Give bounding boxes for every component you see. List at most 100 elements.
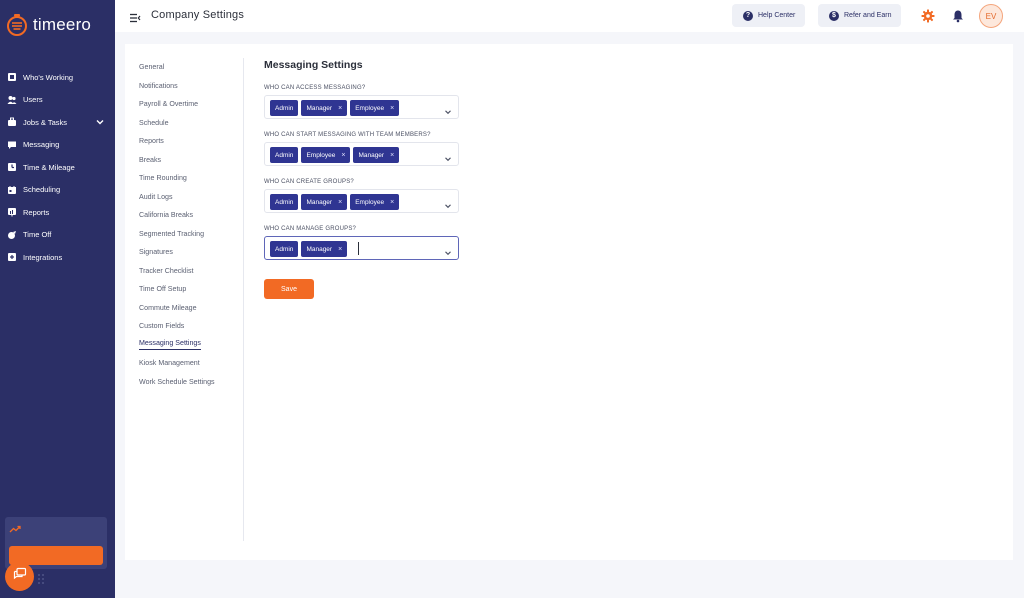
chip-manager: Manager × bbox=[301, 100, 348, 116]
top-header: Company Settings ? Help Center $ Refer a… bbox=[115, 0, 1024, 32]
logo-text: timeero bbox=[33, 15, 92, 34]
dollar-icon: $ bbox=[829, 10, 839, 21]
chip-admin: Admin bbox=[270, 241, 299, 257]
remove-chip-icon[interactable]: × bbox=[338, 199, 342, 206]
chevron-down-icon[interactable] bbox=[96, 118, 104, 127]
time-mileage-icon bbox=[7, 162, 17, 172]
settings-nav-california-breaks[interactable]: California Breaks bbox=[139, 206, 239, 225]
settings-nav-reports[interactable]: Reports bbox=[139, 132, 239, 151]
settings-nav-audit-logs[interactable]: Audit Logs bbox=[139, 188, 239, 207]
sidebar-item-label: Users bbox=[23, 95, 43, 105]
chip-employee: Employee × bbox=[350, 194, 400, 210]
settings-nav-notifications[interactable]: Notifications bbox=[139, 77, 239, 96]
chevron-down-icon[interactable] bbox=[444, 197, 452, 215]
help-center-button[interactable]: ? Help Center bbox=[732, 4, 806, 27]
sidebar-item-label: Time Off bbox=[23, 230, 52, 240]
section-title: Messaging Settings bbox=[264, 59, 363, 71]
manage-groups-select[interactable]: Admin Manager × bbox=[264, 236, 459, 260]
start-messaging-select[interactable]: Admin Employee × Manager × bbox=[264, 142, 459, 166]
sidebar-nav: Who's Working Users Jobs & Tasks Messagi… bbox=[0, 66, 115, 269]
sidebar-item-label: Messaging bbox=[23, 140, 60, 150]
settings-nav-time-off-setup[interactable]: Time Off Setup bbox=[139, 280, 239, 299]
sidebar-item-time-off[interactable]: Time Off bbox=[0, 224, 115, 247]
refer-and-earn-button[interactable]: $ Refer and Earn bbox=[818, 4, 902, 27]
chip-employee: Employee × bbox=[350, 100, 400, 116]
settings-nav-commute-mileage[interactable]: Commute Mileage bbox=[139, 299, 239, 318]
chevron-down-icon[interactable] bbox=[444, 103, 452, 121]
settings-nav-custom-fields[interactable]: Custom Fields bbox=[139, 317, 239, 336]
page-title: Company Settings bbox=[151, 9, 245, 21]
avatar[interactable]: EV bbox=[979, 4, 1003, 28]
chip-manager: Manager × bbox=[353, 147, 400, 163]
remove-chip-icon[interactable]: × bbox=[341, 152, 345, 159]
remove-chip-icon[interactable]: × bbox=[338, 246, 342, 253]
sidebar-item-label: Integrations bbox=[23, 252, 63, 262]
gear-icon[interactable] bbox=[921, 9, 935, 28]
sidebar-item-reports[interactable]: Reports bbox=[0, 201, 115, 224]
sidebar-item-whos-working[interactable]: Who's Working bbox=[0, 66, 115, 89]
save-button[interactable]: Save bbox=[264, 279, 314, 299]
messaging-icon bbox=[7, 140, 17, 150]
help-icon: ? bbox=[743, 10, 753, 21]
chat-button[interactable] bbox=[5, 562, 34, 591]
sidebar-item-label: Jobs & Tasks bbox=[23, 117, 68, 127]
settings-nav-messaging-settings[interactable]: Messaging Settings bbox=[139, 336, 239, 355]
settings-nav-segmented-tracking[interactable]: Segmented Tracking bbox=[139, 225, 239, 244]
access-messaging-label: WHO CAN ACCESS MESSAGING? bbox=[264, 85, 366, 91]
integrations-icon bbox=[7, 252, 17, 262]
settings-content-card: General Notifications Payroll & Overtime… bbox=[125, 44, 1013, 560]
remove-chip-icon[interactable]: × bbox=[338, 105, 342, 112]
start-messaging-label: WHO CAN START MESSAGING WITH TEAM MEMBER… bbox=[264, 132, 431, 138]
help-center-label: Help Center bbox=[758, 12, 796, 19]
sidebar-item-jobs-tasks[interactable]: Jobs & Tasks bbox=[0, 111, 115, 134]
text-cursor bbox=[358, 242, 359, 255]
users-icon bbox=[7, 95, 17, 105]
menu-toggle-icon[interactable] bbox=[129, 10, 141, 28]
chip-manager: Manager × bbox=[301, 241, 348, 257]
refer-and-earn-label: Refer and Earn bbox=[844, 12, 892, 19]
access-messaging-select[interactable]: Admin Manager × Employee × bbox=[264, 95, 459, 119]
who-working-icon bbox=[7, 72, 17, 82]
remove-chip-icon[interactable]: × bbox=[390, 152, 394, 159]
settings-nav-breaks[interactable]: Breaks bbox=[139, 151, 239, 170]
create-groups-select[interactable]: Admin Manager × Employee × bbox=[264, 189, 459, 213]
sidebar-item-label: Reports bbox=[23, 207, 50, 217]
sidebar-item-time-mileage[interactable]: Time & Mileage bbox=[0, 156, 115, 179]
sidebar-item-integrations[interactable]: Integrations bbox=[0, 246, 115, 269]
sidebar-item-scheduling[interactable]: Scheduling bbox=[0, 179, 115, 202]
time-off-icon bbox=[7, 230, 17, 240]
chip-admin: Admin bbox=[270, 194, 299, 210]
chat-icon bbox=[13, 567, 27, 586]
chevron-down-icon[interactable] bbox=[444, 150, 452, 168]
drag-handle-icon[interactable] bbox=[37, 572, 45, 590]
settings-nav-time-rounding[interactable]: Time Rounding bbox=[139, 169, 239, 188]
settings-nav-payroll-overtime[interactable]: Payroll & Overtime bbox=[139, 95, 239, 114]
chip-admin: Admin bbox=[270, 147, 299, 163]
settings-nav-general[interactable]: General bbox=[139, 58, 239, 77]
sidebar-item-label: Who's Working bbox=[23, 72, 74, 82]
bell-icon[interactable] bbox=[952, 9, 964, 28]
chip-admin: Admin bbox=[270, 100, 299, 116]
chevron-down-icon[interactable] bbox=[444, 244, 452, 262]
remove-chip-icon[interactable]: × bbox=[390, 105, 394, 112]
sidebar-item-label: Time & Mileage bbox=[23, 162, 75, 172]
jobs-tasks-icon bbox=[7, 117, 17, 127]
manage-groups-label: WHO CAN MANAGE GROUPS? bbox=[264, 226, 357, 232]
settings-nav-tracker-checklist[interactable]: Tracker Checklist bbox=[139, 262, 239, 281]
settings-nav-signatures[interactable]: Signatures bbox=[139, 243, 239, 262]
reports-icon bbox=[7, 207, 17, 217]
create-groups-label: WHO CAN CREATE GROUPS? bbox=[264, 179, 354, 185]
settings-nav-schedule[interactable]: Schedule bbox=[139, 114, 239, 133]
settings-nav-kiosk-management[interactable]: Kiosk Management bbox=[139, 354, 239, 373]
scheduling-icon bbox=[7, 185, 17, 195]
remove-chip-icon[interactable]: × bbox=[390, 199, 394, 206]
settings-nav: General Notifications Payroll & Overtime… bbox=[139, 58, 239, 391]
sidebar-item-users[interactable]: Users bbox=[0, 89, 115, 112]
sidebar-item-label: Scheduling bbox=[23, 185, 61, 195]
sidebar-item-messaging[interactable]: Messaging bbox=[0, 134, 115, 157]
sidebar: timeero Who's Working Users Jobs & Tasks bbox=[0, 0, 115, 598]
settings-nav-work-schedule-settings[interactable]: Work Schedule Settings bbox=[139, 373, 239, 392]
chip-employee: Employee × bbox=[301, 147, 351, 163]
logo[interactable]: timeero bbox=[6, 12, 91, 38]
vertical-divider bbox=[243, 58, 244, 541]
